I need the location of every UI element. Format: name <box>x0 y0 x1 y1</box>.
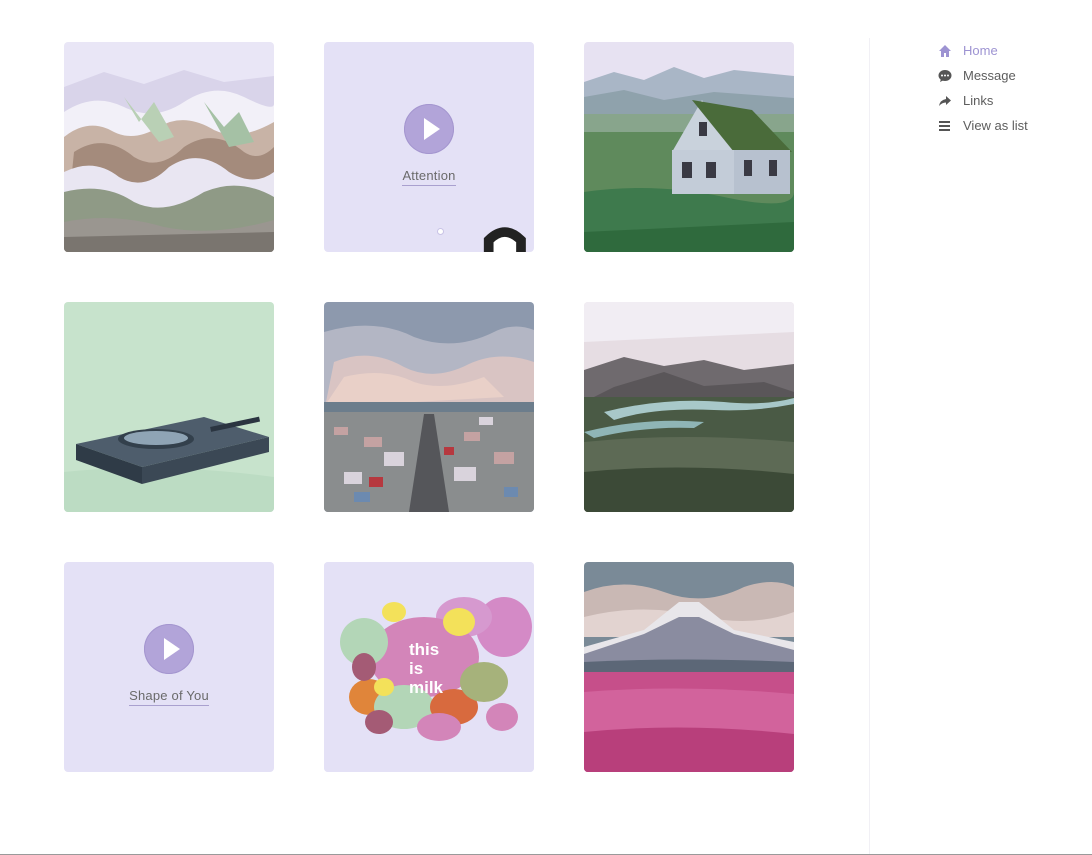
nav-item-label[interactable]: Home <box>963 43 998 58</box>
gallery-tile-mountains[interactable] <box>64 42 274 252</box>
mountains-image <box>64 42 274 252</box>
nav-item-label[interactable]: Links <box>963 93 993 108</box>
artwork-text-line: this <box>409 640 439 659</box>
hand-cursor-icon <box>483 227 526 252</box>
nav-item-label[interactable]: Message <box>963 68 1016 83</box>
play-button[interactable] <box>404 104 454 154</box>
artwork-image: this is milk <box>324 562 534 772</box>
music-tile-shape-of-you[interactable]: Shape of You <box>64 562 274 772</box>
music-title-text[interactable]: Shape of You <box>129 688 209 706</box>
home-icon <box>937 43 953 59</box>
share-arrow-icon <box>937 93 953 109</box>
gallery-tile-tray[interactable] <box>64 302 274 512</box>
music-title[interactable]: Shape of You <box>64 688 274 706</box>
message-icon <box>937 68 953 84</box>
gallery-tile-city[interactable] <box>324 302 534 512</box>
house-image <box>584 42 794 252</box>
progress-dot <box>437 228 444 235</box>
play-button[interactable] <box>144 624 194 674</box>
music-tile-attention[interactable]: Attention <box>324 42 534 252</box>
music-title-text[interactable]: Attention <box>402 168 456 186</box>
gallery-tile-river[interactable] <box>584 302 794 512</box>
nav-item-label[interactable]: View as list <box>963 118 1028 133</box>
music-title[interactable]: Attention <box>324 168 534 186</box>
gallery-tile-house[interactable] <box>584 42 794 252</box>
nav-item-links[interactable]: Links <box>937 88 1028 113</box>
list-icon <box>937 118 953 134</box>
artwork-text-line: milk <box>409 678 444 697</box>
volcano-image <box>584 562 794 772</box>
sidebar-nav: Home Message Links View as list <box>937 38 1028 138</box>
river-image <box>584 302 794 512</box>
gallery-grid: Attention Shape of You this is milk <box>64 42 794 772</box>
nav-item-view-as-list[interactable]: View as list <box>937 113 1028 138</box>
gallery-tile-volcano[interactable] <box>584 562 794 772</box>
gallery-tile-artwork[interactable]: this is milk <box>324 562 534 772</box>
city-image <box>324 302 534 512</box>
tray-image <box>64 302 274 512</box>
nav-item-message[interactable]: Message <box>937 63 1028 88</box>
nav-item-home[interactable]: Home <box>937 38 1028 63</box>
artwork-text-line: is <box>409 659 423 678</box>
sidebar-divider <box>869 38 870 855</box>
